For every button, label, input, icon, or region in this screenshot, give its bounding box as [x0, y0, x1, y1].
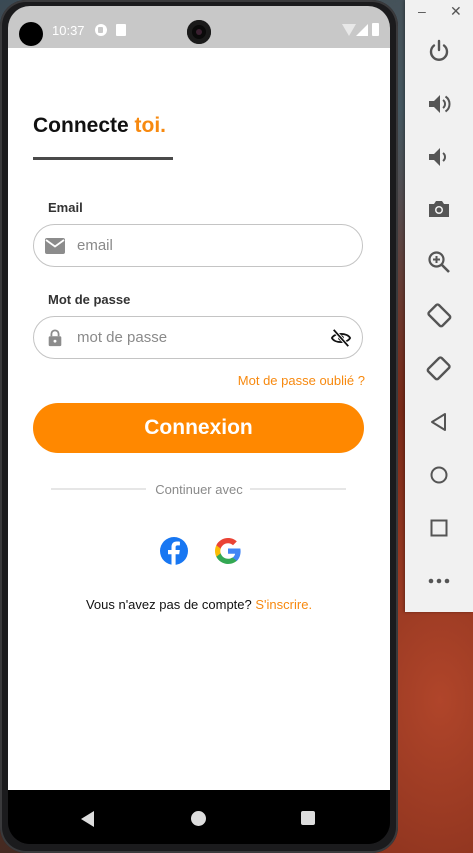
more-dots-icon	[428, 578, 450, 584]
title-underline	[33, 157, 173, 160]
zoom-icon	[428, 251, 450, 273]
back-button[interactable]	[426, 409, 452, 435]
volume-up-icon	[429, 95, 451, 113]
nav-back-button[interactable]	[81, 811, 94, 827]
nav-home-button[interactable]	[191, 811, 206, 826]
phone-frame: 10:37 Connecte toi. Email Mot de	[0, 0, 398, 853]
rotate-left-button[interactable]	[426, 302, 452, 328]
signup-text: Vous n'avez pas de compte?	[85, 597, 252, 612]
wifi-icon	[342, 24, 356, 36]
facebook-icon[interactable]	[159, 536, 189, 566]
signal-icon	[356, 24, 368, 36]
zoom-button[interactable]	[426, 249, 452, 275]
battery-icon	[372, 23, 379, 36]
close-button[interactable]: ✕	[450, 3, 462, 20]
password-field[interactable]	[33, 316, 363, 359]
punch-hole	[19, 22, 43, 46]
more-button[interactable]	[426, 568, 452, 594]
rotate-left-icon	[427, 303, 452, 328]
front-camera	[187, 20, 211, 44]
status-time: 10:37	[52, 23, 85, 38]
rotate-right-button[interactable]	[426, 355, 452, 381]
emulator-control-panel: – ✕	[405, 0, 473, 612]
overview-square-icon	[430, 519, 448, 537]
title-accent: toi.	[134, 114, 167, 137]
mail-icon	[45, 238, 65, 254]
home-button[interactable]	[426, 462, 452, 488]
rotate-right-icon	[426, 356, 451, 381]
android-nav-bar	[8, 790, 390, 844]
phone-screen: 10:37 Connecte toi. Email Mot de	[8, 6, 390, 844]
lock-icon	[48, 329, 62, 347]
volume-down-button[interactable]	[426, 144, 452, 170]
overview-button[interactable]	[426, 515, 452, 541]
screenshot-button[interactable]	[426, 196, 452, 222]
minimize-button[interactable]: –	[418, 3, 426, 19]
notification-icon	[95, 24, 107, 36]
login-screen: Connecte toi. Email Mot de passe	[8, 48, 390, 790]
page-title: Connecte toi.	[33, 114, 166, 138]
volume-down-icon	[429, 148, 446, 166]
home-circle-icon	[430, 466, 448, 484]
google-icon[interactable]	[213, 536, 243, 566]
power-button[interactable]	[426, 38, 452, 64]
email-label: Email	[48, 200, 83, 215]
power-icon	[429, 39, 449, 61]
nav-recents-button[interactable]	[301, 811, 315, 825]
password-label: Mot de passe	[48, 292, 131, 307]
title-prefix: Connecte	[33, 114, 129, 137]
camera-icon	[429, 201, 449, 217]
back-triangle-icon	[431, 413, 446, 431]
email-field[interactable]	[33, 224, 363, 267]
email-input[interactable]	[77, 225, 317, 265]
volume-up-button[interactable]	[426, 91, 452, 117]
eye-off-icon[interactable]	[330, 328, 352, 348]
password-input[interactable]	[77, 317, 317, 357]
status-bar: 10:37	[8, 6, 390, 48]
signup-link[interactable]: S'inscrire.	[255, 597, 312, 612]
login-button[interactable]: Connexion	[33, 403, 364, 453]
forgot-password-link[interactable]: Mot de passe oublié ?	[238, 373, 365, 388]
sim-card-icon	[116, 24, 126, 36]
divider-right	[250, 488, 346, 490]
signup-prompt: Vous n'avez pas de compte? S'inscrire.	[8, 597, 390, 612]
